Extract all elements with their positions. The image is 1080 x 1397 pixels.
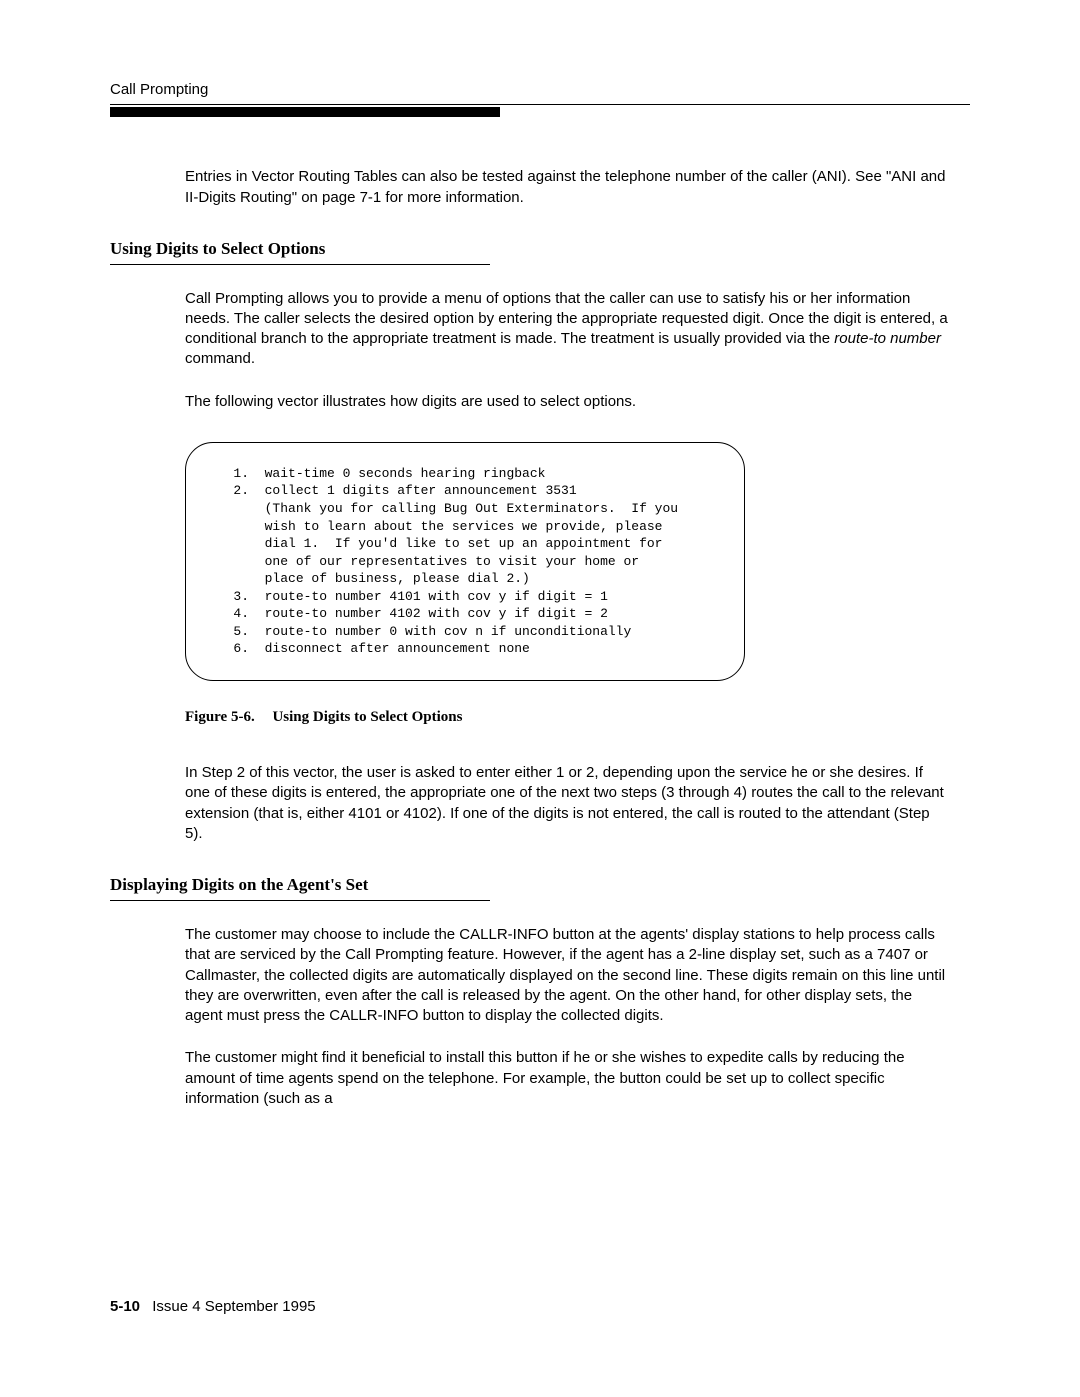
italic-term: route-to number	[834, 330, 941, 347]
intro-paragraph: Entries in Vector Routing Tables can als…	[185, 167, 950, 208]
section-heading-using-digits: Using Digits to Select Options	[110, 238, 970, 261]
figure-title: Using Digits to Select Options	[272, 709, 462, 725]
section-heading-displaying-digits: Displaying Digits on the Agent's Set	[110, 874, 970, 897]
text: command.	[185, 350, 255, 367]
figure-label: Figure 5-6.	[185, 709, 255, 725]
page-footer: 5-10 Issue 4 September 1995	[110, 1297, 316, 1317]
issue-text: Issue 4 September 1995	[152, 1298, 315, 1315]
running-header: Call Prompting	[110, 80, 970, 100]
section-rule	[110, 900, 490, 901]
section2-paragraph-1: The customer may choose to include the C…	[185, 925, 950, 1026]
section2-paragraph-2: The customer might find it beneficial to…	[185, 1048, 950, 1109]
section-rule	[110, 264, 490, 265]
page: Call Prompting Entries in Vector Routing…	[0, 0, 1080, 1397]
vector-box: 1. wait-time 0 seconds hearing ringback …	[185, 442, 745, 681]
figure-caption: Figure 5-6. Using Digits to Select Optio…	[185, 707, 970, 727]
header-rule-thin	[110, 104, 970, 105]
vector-figure: 1. wait-time 0 seconds hearing ringback …	[185, 442, 745, 681]
vector-steps-list: 1. wait-time 0 seconds hearing ringback …	[210, 465, 720, 658]
page-number: 5-10	[110, 1298, 140, 1315]
section1-paragraph-1: Call Prompting allows you to provide a m…	[185, 289, 950, 370]
header-rule-thick	[110, 107, 500, 117]
figure-explanation: In Step 2 of this vector, the user is as…	[185, 763, 950, 844]
section1-paragraph-2: The following vector illustrates how dig…	[185, 392, 950, 412]
